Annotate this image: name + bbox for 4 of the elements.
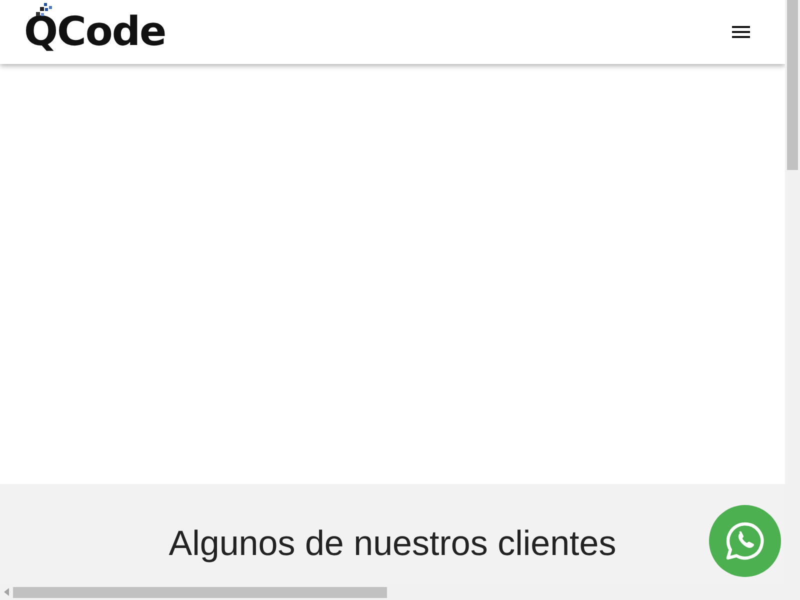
section-title: Algunos de nuestros clientes — [168, 524, 616, 564]
logo[interactable]: QCode — [24, 2, 166, 52]
phone-chat-icon — [724, 520, 766, 562]
scroll-left-icon[interactable] — [4, 588, 9, 596]
